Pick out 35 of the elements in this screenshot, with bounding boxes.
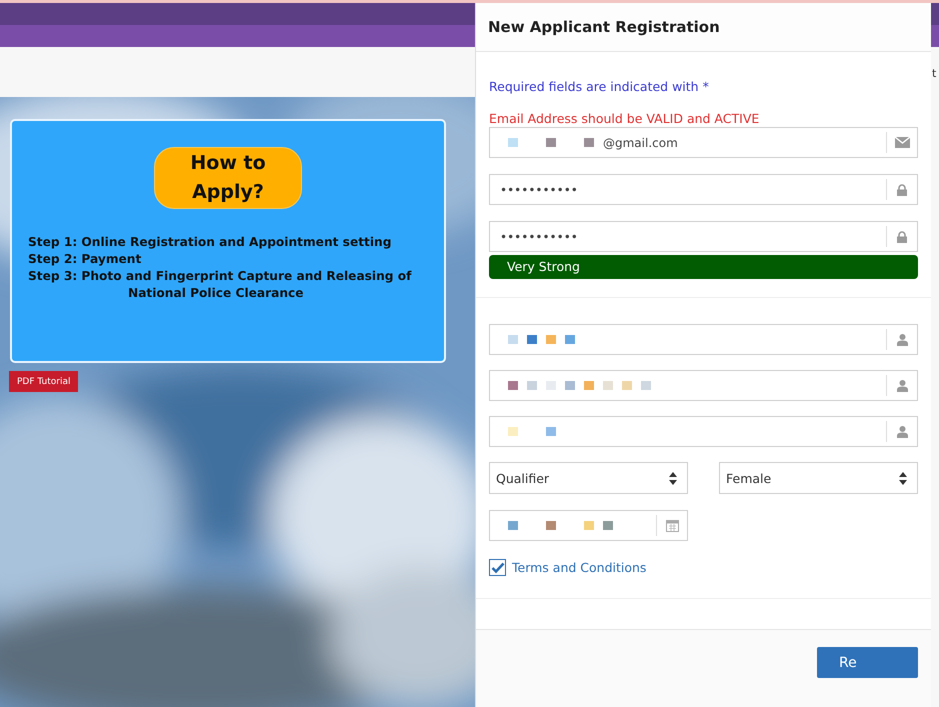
password-field[interactable]: ••••••••••• bbox=[489, 174, 918, 205]
email-warning: Email Address should be VALID and ACTIVE bbox=[489, 110, 760, 127]
envelope-icon bbox=[894, 137, 910, 148]
date-field[interactable] bbox=[489, 510, 688, 541]
dialog-title: New Applicant Registration bbox=[488, 18, 720, 36]
step-text: Step 2: Payment bbox=[28, 251, 142, 268]
name-field[interactable] bbox=[489, 324, 918, 355]
password-field[interactable]: ••••••••••• bbox=[489, 221, 918, 252]
strength-label: Very Strong bbox=[506, 259, 580, 274]
header-text: t bbox=[932, 67, 936, 80]
person-icon bbox=[896, 334, 908, 346]
required-note: Required fields are indicated with * bbox=[489, 78, 710, 95]
name-field[interactable] bbox=[489, 416, 918, 447]
terms-checkbox[interactable] bbox=[489, 559, 506, 576]
pdf-tutorial-button[interactable]: PDF Tutorial bbox=[9, 371, 78, 392]
field-value: ••••••••••• bbox=[500, 230, 578, 244]
register-button[interactable]: Re bbox=[817, 647, 918, 678]
email-field[interactable]: @gmail.com bbox=[489, 127, 918, 158]
lock-icon bbox=[897, 184, 907, 196]
select-field[interactable]: Female bbox=[719, 462, 918, 494]
person-icon bbox=[896, 426, 908, 438]
step-text: Step 3: Photo and Fingerprint Capture and Releasing of bbox=[28, 268, 412, 285]
banner-title: How to Apply? bbox=[154, 147, 302, 209]
sort-icon bbox=[899, 472, 907, 484]
field-value: @gmail.com bbox=[603, 136, 678, 150]
calendar-icon bbox=[666, 519, 678, 532]
sort-icon bbox=[669, 472, 677, 484]
field-value: ••••••••••• bbox=[500, 182, 578, 196]
lock-icon bbox=[897, 230, 907, 242]
terms-link[interactable]: Terms and Conditions bbox=[512, 560, 646, 575]
step-text: National Police Clearance bbox=[127, 285, 305, 302]
select-field[interactable]: Qualifier bbox=[489, 462, 688, 494]
name-field[interactable] bbox=[489, 370, 918, 401]
person-icon bbox=[896, 380, 908, 392]
step-text: Step 1: Online Registration and Appointment setting bbox=[28, 234, 392, 251]
